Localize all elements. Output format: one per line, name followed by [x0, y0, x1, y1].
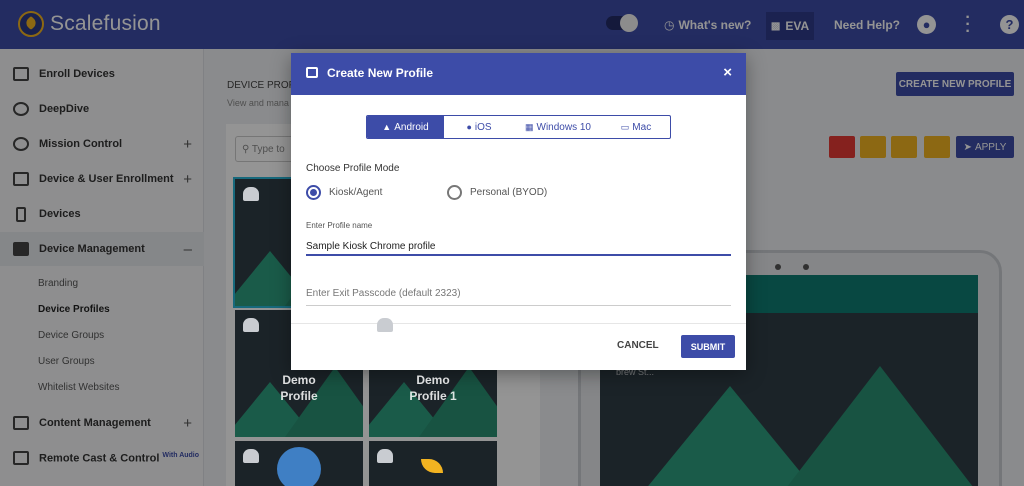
monitor-icon: ▭: [620, 121, 630, 132]
dialog-header: Create New Profile ×: [291, 53, 746, 95]
submit-button[interactable]: SUBMIT: [681, 335, 735, 358]
profile-card-name: Demo Profile: [280, 373, 318, 403]
os-tab-group: ▲ Android ● iOS ▦ Windows 10 ▭ Mac: [366, 115, 671, 139]
close-icon[interactable]: ×: [723, 64, 732, 81]
radio-circle: [447, 185, 462, 200]
profile-icon: [306, 67, 318, 78]
exit-passcode-input[interactable]: [306, 282, 731, 306]
tab-android[interactable]: ▲ Android: [367, 116, 444, 138]
radio-label: Kiosk/Agent: [329, 187, 383, 198]
android-icon: [243, 187, 259, 201]
windows-icon: ▦: [525, 121, 534, 132]
profile-mode-label: Choose Profile Mode: [306, 163, 400, 174]
tab-mac[interactable]: ▭ Mac: [602, 116, 670, 138]
dialog-divider: [291, 323, 746, 324]
tab-windows-10[interactable]: ▦ Windows 10: [514, 116, 602, 138]
dialog-title: Create New Profile: [327, 66, 434, 80]
radio-kiosk-agent[interactable]: Kiosk/Agent: [306, 185, 382, 200]
android-icon: [243, 318, 259, 332]
rocket-icon: [277, 447, 321, 486]
apple-icon: ●: [466, 122, 472, 132]
tab-label: Windows 10: [536, 121, 591, 133]
profile-card-name: De An P: [291, 238, 307, 284]
radio-personal-byod[interactable]: Personal (BYOD): [447, 185, 547, 200]
radio-circle: [306, 185, 321, 200]
profile-name-input[interactable]: [306, 238, 731, 256]
create-profile-dialog: Create New Profile × ▲ Android ● iOS ▦ Wind…: [291, 53, 746, 370]
android-icon: [377, 449, 393, 463]
tab-label: Android: [394, 121, 429, 133]
android-icon: ▲: [382, 122, 392, 132]
tab-label: iOS: [474, 121, 492, 133]
android-icon: [377, 318, 393, 332]
profile-name-label: Enter Profile name: [306, 221, 373, 230]
tab-label: Mac: [632, 121, 652, 133]
radio-label: Personal (BYOD): [470, 187, 548, 198]
cancel-button[interactable]: CANCEL: [617, 340, 659, 351]
profile-card-name: Demo Profile 1: [409, 373, 457, 403]
android-icon: [243, 449, 259, 463]
tab-ios[interactable]: ● iOS: [444, 116, 514, 138]
